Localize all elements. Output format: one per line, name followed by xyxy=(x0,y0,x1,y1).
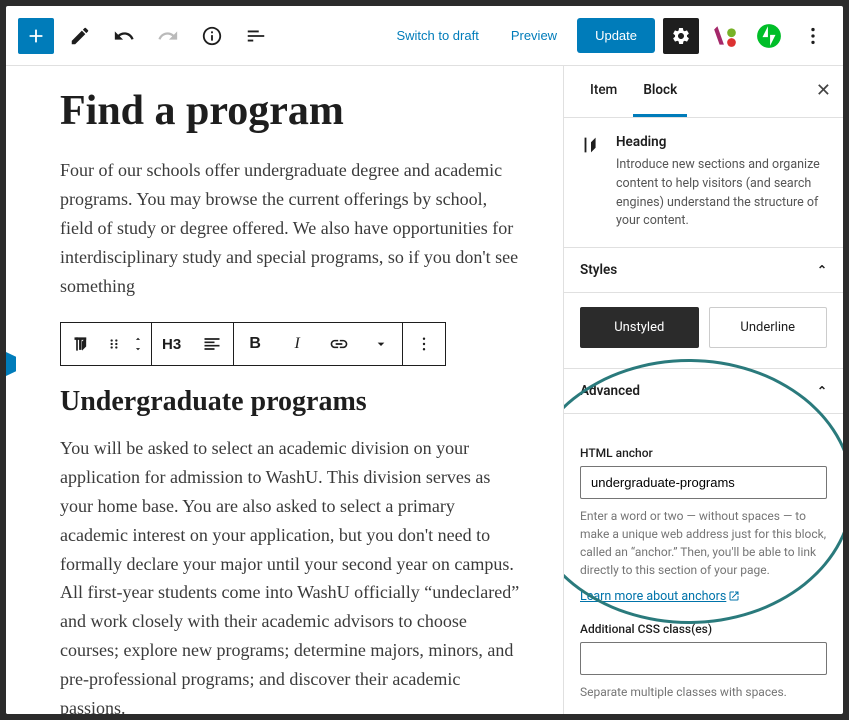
close-sidebar-button[interactable]: ✕ xyxy=(816,80,831,101)
block-type-icon[interactable] xyxy=(61,323,103,365)
paragraph-block[interactable]: Four of our schools offer undergraduate … xyxy=(60,156,523,300)
move-arrows[interactable] xyxy=(125,323,151,365)
style-option-unstyled[interactable]: Unstyled xyxy=(580,307,699,348)
settings-button[interactable] xyxy=(663,18,699,54)
paragraph-block[interactable]: You will be asked to select an academic … xyxy=(60,434,523,714)
post-title[interactable]: Find a program xyxy=(60,86,523,136)
switch-to-draft-button[interactable]: Switch to draft xyxy=(384,20,490,51)
jetpack-icon[interactable] xyxy=(751,18,787,54)
more-menu-button[interactable] xyxy=(795,18,831,54)
advanced-section-body: HTML anchor Enter a word or two — withou… xyxy=(564,414,843,714)
chevron-up-icon: ⌃ xyxy=(817,384,827,398)
tab-block[interactable]: Block xyxy=(633,66,687,117)
edit-mode-button[interactable] xyxy=(62,18,98,54)
more-rich-text-button[interactable] xyxy=(360,323,402,365)
align-button[interactable] xyxy=(191,323,233,365)
block-options-button[interactable] xyxy=(403,323,445,365)
anchor-help-text: Enter a word or two — without spaces — t… xyxy=(580,507,827,579)
advanced-section-header[interactable]: Advanced ⌃ xyxy=(564,369,843,414)
add-block-button[interactable] xyxy=(18,18,54,54)
tab-item[interactable]: Item xyxy=(580,66,627,117)
heading-block[interactable]: Undergraduate programs xyxy=(60,386,523,418)
yoast-icon[interactable] xyxy=(707,18,743,54)
block-name-label: Heading xyxy=(616,134,827,150)
sidebar-tabs: Item Block ✕ xyxy=(564,66,843,118)
editor-canvas[interactable]: Find a program Four of our schools offer… xyxy=(6,66,563,714)
block-info-panel: Heading Introduce new sections and organ… xyxy=(564,118,843,248)
heading-level-button[interactable]: H3 xyxy=(152,323,191,365)
styles-section-header[interactable]: Styles ⌃ xyxy=(564,248,843,293)
html-anchor-input[interactable] xyxy=(580,466,827,499)
css-classes-label: Additional CSS class(es) xyxy=(580,622,827,636)
outline-button[interactable] xyxy=(238,18,274,54)
anchor-learn-more-link[interactable]: Learn more about anchors xyxy=(580,589,740,604)
redo-button[interactable] xyxy=(150,18,186,54)
anchor-label: HTML anchor xyxy=(580,446,827,460)
settings-sidebar: Item Block ✕ Heading Introduce new secti… xyxy=(563,66,843,714)
css-classes-input[interactable] xyxy=(580,642,827,675)
css-help-text: Separate multiple classes with spaces. xyxy=(580,683,827,701)
style-option-underline[interactable]: Underline xyxy=(709,307,828,348)
info-button[interactable] xyxy=(194,18,230,54)
undo-button[interactable] xyxy=(106,18,142,54)
top-toolbar: Switch to draft Preview Update xyxy=(6,6,843,66)
block-description: Introduce new sections and organize cont… xyxy=(616,156,827,231)
italic-button[interactable]: I xyxy=(276,323,318,365)
styles-section-body: Unstyled Underline xyxy=(564,293,843,369)
chevron-up-icon: ⌃ xyxy=(817,263,827,277)
bold-button[interactable]: B xyxy=(234,323,276,365)
preview-button[interactable]: Preview xyxy=(499,20,569,51)
update-button[interactable]: Update xyxy=(577,18,655,53)
block-toolbar: H3 B I xyxy=(60,322,446,366)
heading-block-icon xyxy=(580,134,602,231)
link-button[interactable] xyxy=(318,323,360,365)
drag-handle[interactable] xyxy=(103,323,125,365)
